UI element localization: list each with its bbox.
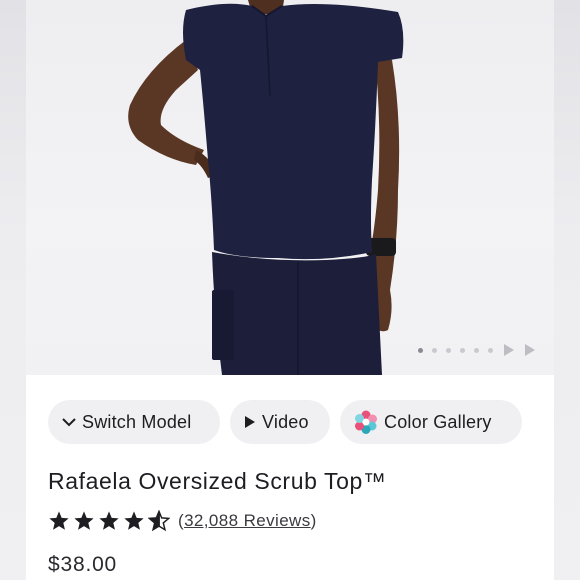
product-title: Rafaela Oversized Scrub Top™ <box>48 468 387 494</box>
carousel-dot[interactable] <box>446 347 451 353</box>
play-icon <box>244 415 256 429</box>
model-illustration <box>128 0 404 375</box>
carousel-dot[interactable] <box>460 347 465 353</box>
chevron-down-icon <box>62 417 76 427</box>
play-icon[interactable] <box>525 344 535 356</box>
product-price: $38.00 <box>48 553 118 576</box>
switch-model-button[interactable]: Switch Model <box>48 400 220 444</box>
star-icon <box>74 511 94 530</box>
reviews-close: ) <box>310 511 317 530</box>
color-gallery-label: Color Gallery <box>384 411 492 432</box>
reviews-link[interactable]: (32,088 Reviews) <box>178 511 317 531</box>
left-gutter <box>0 0 26 580</box>
carousel-dot[interactable] <box>418 347 423 353</box>
star-icon <box>99 511 119 530</box>
carousel-dot[interactable] <box>432 347 437 353</box>
switch-model-label: Switch Model <box>82 411 192 432</box>
half-star-icon <box>148 510 170 532</box>
product-page: Switch Model Video Color Gallery Rafaela… <box>0 0 580 580</box>
rating-row: (32,088 Reviews) <box>48 510 317 532</box>
media-actions: Switch Model Video Color Gallery <box>48 400 522 444</box>
carousel-dot[interactable] <box>488 347 493 353</box>
color-wheel-icon <box>354 410 378 434</box>
reviews-count[interactable]: 32,088 Reviews <box>184 511 311 530</box>
product-image[interactable] <box>26 0 554 375</box>
color-gallery-button[interactable]: Color Gallery <box>340 400 522 444</box>
star-rating <box>48 510 170 532</box>
video-button[interactable]: Video <box>230 400 330 444</box>
carousel-dots <box>418 344 535 356</box>
star-icon <box>49 511 69 530</box>
product-details: Switch Model Video Color Gallery Rafaela… <box>26 375 554 580</box>
play-icon[interactable] <box>504 344 514 356</box>
right-gutter <box>554 0 580 580</box>
star-icon <box>124 511 144 530</box>
video-label: Video <box>262 411 309 432</box>
carousel-dot[interactable] <box>474 347 479 353</box>
